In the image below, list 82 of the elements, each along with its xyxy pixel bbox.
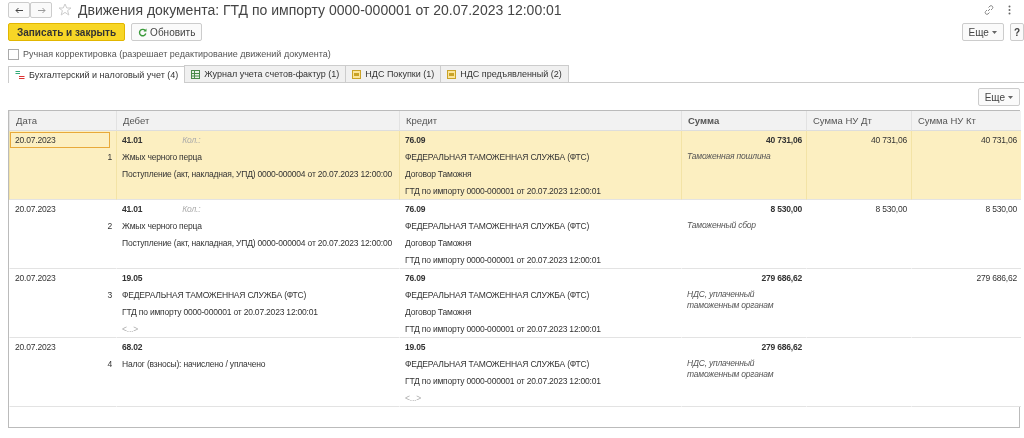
- subconto-text: Налог (взносы): начислено / уплачено: [122, 358, 266, 369]
- subconto-text: Договор Таможня: [405, 168, 472, 179]
- refresh-button[interactable]: Обновить: [131, 23, 203, 41]
- column-header[interactable]: Сумма: [681, 111, 806, 131]
- subconto-text: ГТД по импорту 0000-000001 от 20.07.2023 12:00:01: [405, 185, 601, 196]
- account-code: 19.05: [122, 272, 143, 283]
- account-code: 19.05: [405, 341, 426, 352]
- account-code: 68.02: [122, 341, 143, 352]
- tab[interactable]: НДС предъявленный (2): [440, 65, 569, 82]
- amount-text: 40 731,06: [766, 134, 802, 145]
- caret-icon: [991, 30, 997, 34]
- column-header[interactable]: Сумма НУ Дт: [806, 111, 911, 131]
- account-code: 76.09: [405, 203, 426, 214]
- checkbox-label: Ручная корректировка (разрешает редактирование движений документа): [23, 49, 331, 59]
- forward-arrow-icon: [36, 6, 46, 14]
- back-arrow-icon: [14, 6, 24, 14]
- account-code: 41.01: [122, 134, 143, 145]
- subconto-text: ФЕДЕРАЛЬНАЯ ТАМОЖЕННАЯ СЛУЖБА (ФТС): [405, 151, 590, 162]
- quantity-label: Кол.:: [182, 203, 201, 214]
- subconto-text: Договор Таможня: [405, 306, 472, 317]
- row-number: 3: [107, 289, 112, 300]
- date-text: 20.07.2023: [14, 202, 57, 216]
- column-header[interactable]: Сумма НУ Кт: [911, 111, 1021, 131]
- table-icon: [191, 69, 201, 79]
- subconto-text: Поступление (акт, накладная, УПД) 0000-000004 от 20.07.2023 12:00:00: [122, 168, 392, 179]
- subconto-text: ГТД по импорту 0000-000001 от 20.07.2023 12:00:01: [122, 306, 318, 317]
- amount-text: 279 686,62: [761, 272, 802, 283]
- subconto-text: Договор Таможня: [405, 237, 472, 248]
- account-code: 41.01: [122, 203, 143, 214]
- link-icon[interactable]: [982, 3, 996, 17]
- more-button[interactable]: Еще: [977, 88, 1020, 106]
- amount-note: Таможенный сбор: [687, 220, 757, 231]
- more-text: <...>: [122, 323, 138, 334]
- column-header[interactable]: Кредит: [399, 111, 681, 131]
- tab[interactable]: Бухгалтерский и налоговый учет (4): [8, 66, 186, 83]
- caret-icon: [1008, 95, 1013, 99]
- column-header[interactable]: Дата: [9, 111, 116, 131]
- subconto-text: ФЕДЕРАЛЬНАЯ ТАМОЖЕННАЯ СЛУЖБА (ФТС): [405, 220, 590, 231]
- subconto-text: ГТД по импорту 0000-000001 от 20.07.2023 12:00:01: [405, 375, 601, 386]
- help-button[interactable]: ?: [1009, 23, 1024, 41]
- forward-button[interactable]: [30, 2, 52, 18]
- row-number: 2: [107, 220, 112, 231]
- ledger-icon: [15, 70, 25, 80]
- subconto-text: ГТД по импорту 0000-000001 от 20.07.2023 12:00:01: [405, 254, 601, 265]
- amount-text: 40 731,06: [871, 134, 907, 145]
- subconto-text: Жмых черного перца: [122, 220, 202, 231]
- back-button[interactable]: [8, 2, 30, 18]
- amount-note: НДС, уплаченный таможенным органам: [687, 358, 775, 380]
- tab[interactable]: Журнал учета счетов-фактур (1): [184, 65, 347, 82]
- column-header[interactable]: Дебет: [116, 111, 399, 131]
- subconto-text: ГТД по импорту 0000-000001 от 20.07.2023 12:00:01: [405, 323, 601, 334]
- star-icon[interactable]: [58, 3, 72, 17]
- more-button[interactable]: Еще: [961, 23, 1004, 41]
- refresh-icon: [138, 27, 148, 37]
- amount-note: Таможенная пошлина: [687, 151, 772, 162]
- subconto-text: Поступление (акт, накладная, УПД) 0000-000004 от 20.07.2023 12:00:00: [122, 237, 392, 248]
- more-text: <...>: [405, 392, 421, 403]
- date-text: 20.07.2023: [10, 131, 110, 148]
- amount-text: 8 530,00: [875, 203, 907, 214]
- row-number: 1: [107, 151, 112, 162]
- register-icon: [352, 69, 362, 79]
- date-text: 20.07.2023: [14, 271, 57, 285]
- subconto-text: ФЕДЕРАЛЬНАЯ ТАМОЖЕННАЯ СЛУЖБА (ФТС): [405, 358, 590, 369]
- row-number: 4: [107, 358, 112, 369]
- quantity-label: Кол.:: [182, 134, 201, 145]
- date-text: 20.07.2023: [14, 340, 57, 354]
- tab[interactable]: НДС Покупки (1): [345, 65, 442, 82]
- amount-text: 40 731,06: [981, 134, 1017, 145]
- amount-text: 8 530,00: [985, 203, 1017, 214]
- amount-note: НДС, уплаченный таможенным органам: [687, 289, 775, 311]
- checkbox[interactable]: [8, 48, 19, 60]
- register-icon: [447, 69, 457, 79]
- subconto-text: ФЕДЕРАЛЬНАЯ ТАМОЖЕННАЯ СЛУЖБА (ФТС): [122, 289, 307, 300]
- subconto-text: Жмых черного перца: [122, 151, 202, 162]
- save-and-close-button[interactable]: Записать и закрыть: [8, 23, 126, 41]
- window-title: Движения документа: ГТД по импорту 0000-000001 от 20.07.2023 12:00:01: [78, 2, 562, 18]
- account-code: 76.09: [405, 272, 426, 283]
- account-code: 76.09: [405, 134, 426, 145]
- amount-text: 8 530,00: [770, 203, 802, 214]
- subconto-text: ФЕДЕРАЛЬНАЯ ТАМОЖЕННАЯ СЛУЖБА (ФТС): [405, 289, 590, 300]
- amount-text: 279 686,62: [976, 272, 1017, 283]
- amount-text: 279 686,62: [761, 341, 802, 352]
